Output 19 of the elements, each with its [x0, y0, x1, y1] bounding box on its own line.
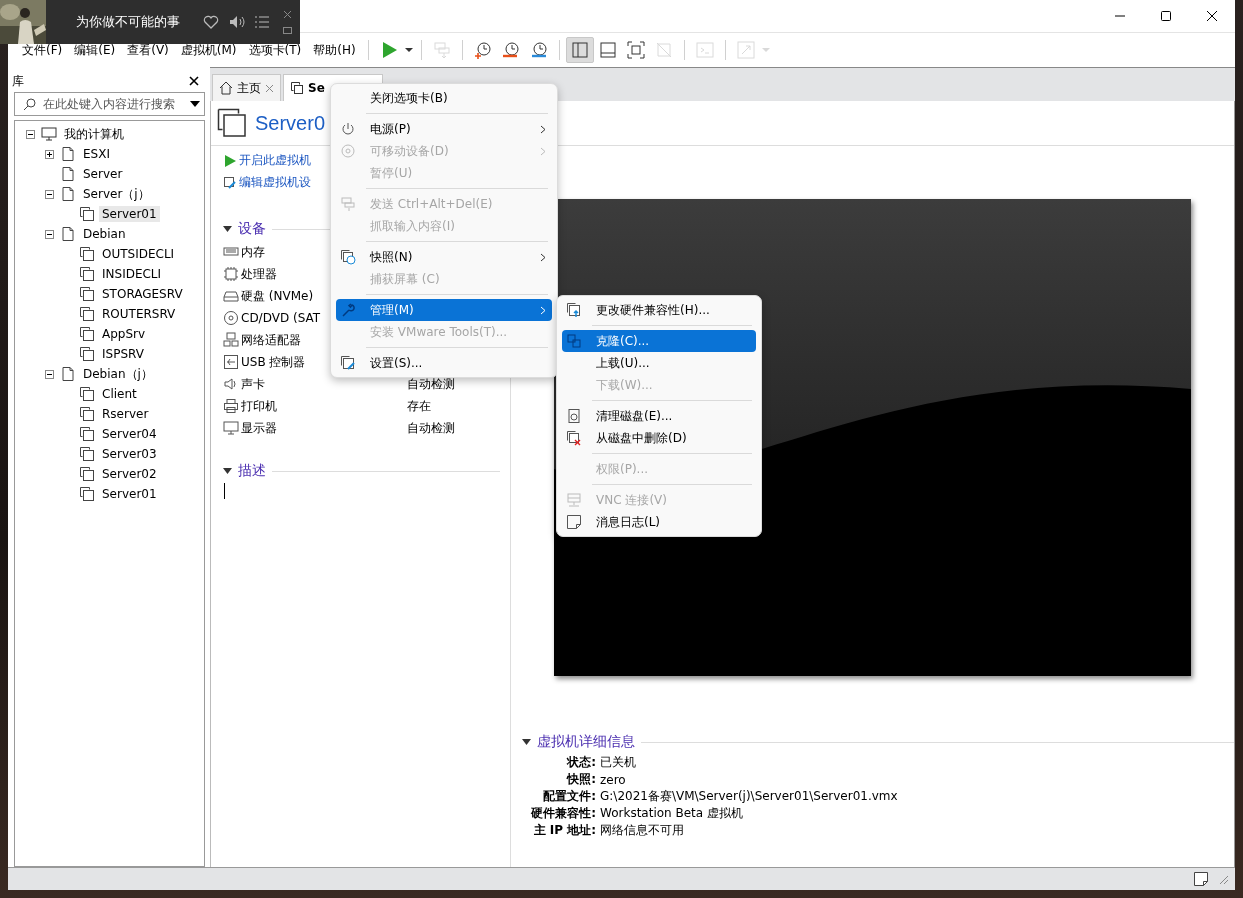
- detail-label: 状态:: [567, 755, 596, 769]
- detail-label: 主 IP 地址:: [533, 823, 596, 837]
- detail-label: 硬件兼容性:: [531, 806, 596, 820]
- song-title: 为你做不可能的事: [74, 13, 181, 31]
- vm-title: Server0: [255, 111, 326, 135]
- detail-value: Workstation Beta 虚拟机: [600, 805, 743, 822]
- section-heading: 设备: [238, 220, 266, 238]
- detail-value: G:\2021备赛\VM\Server(j)\Server01\Server01.vmx: [600, 788, 898, 805]
- device-value: 存在: [407, 397, 431, 415]
- detail-value: 已关机: [600, 754, 636, 771]
- detail-label: 快照:: [567, 772, 596, 786]
- device-value: 自动检测: [407, 375, 455, 393]
- section-heading: 描述: [238, 462, 266, 480]
- detail-value: zero: [600, 772, 626, 787]
- detail-label: 配置文件:: [543, 789, 596, 803]
- section-heading: 虚拟机详细信息: [537, 733, 635, 751]
- library-title: 库: [12, 72, 24, 90]
- device-value: 自动检测: [407, 419, 455, 437]
- detail-value: 网络信息不可用: [600, 822, 684, 839]
